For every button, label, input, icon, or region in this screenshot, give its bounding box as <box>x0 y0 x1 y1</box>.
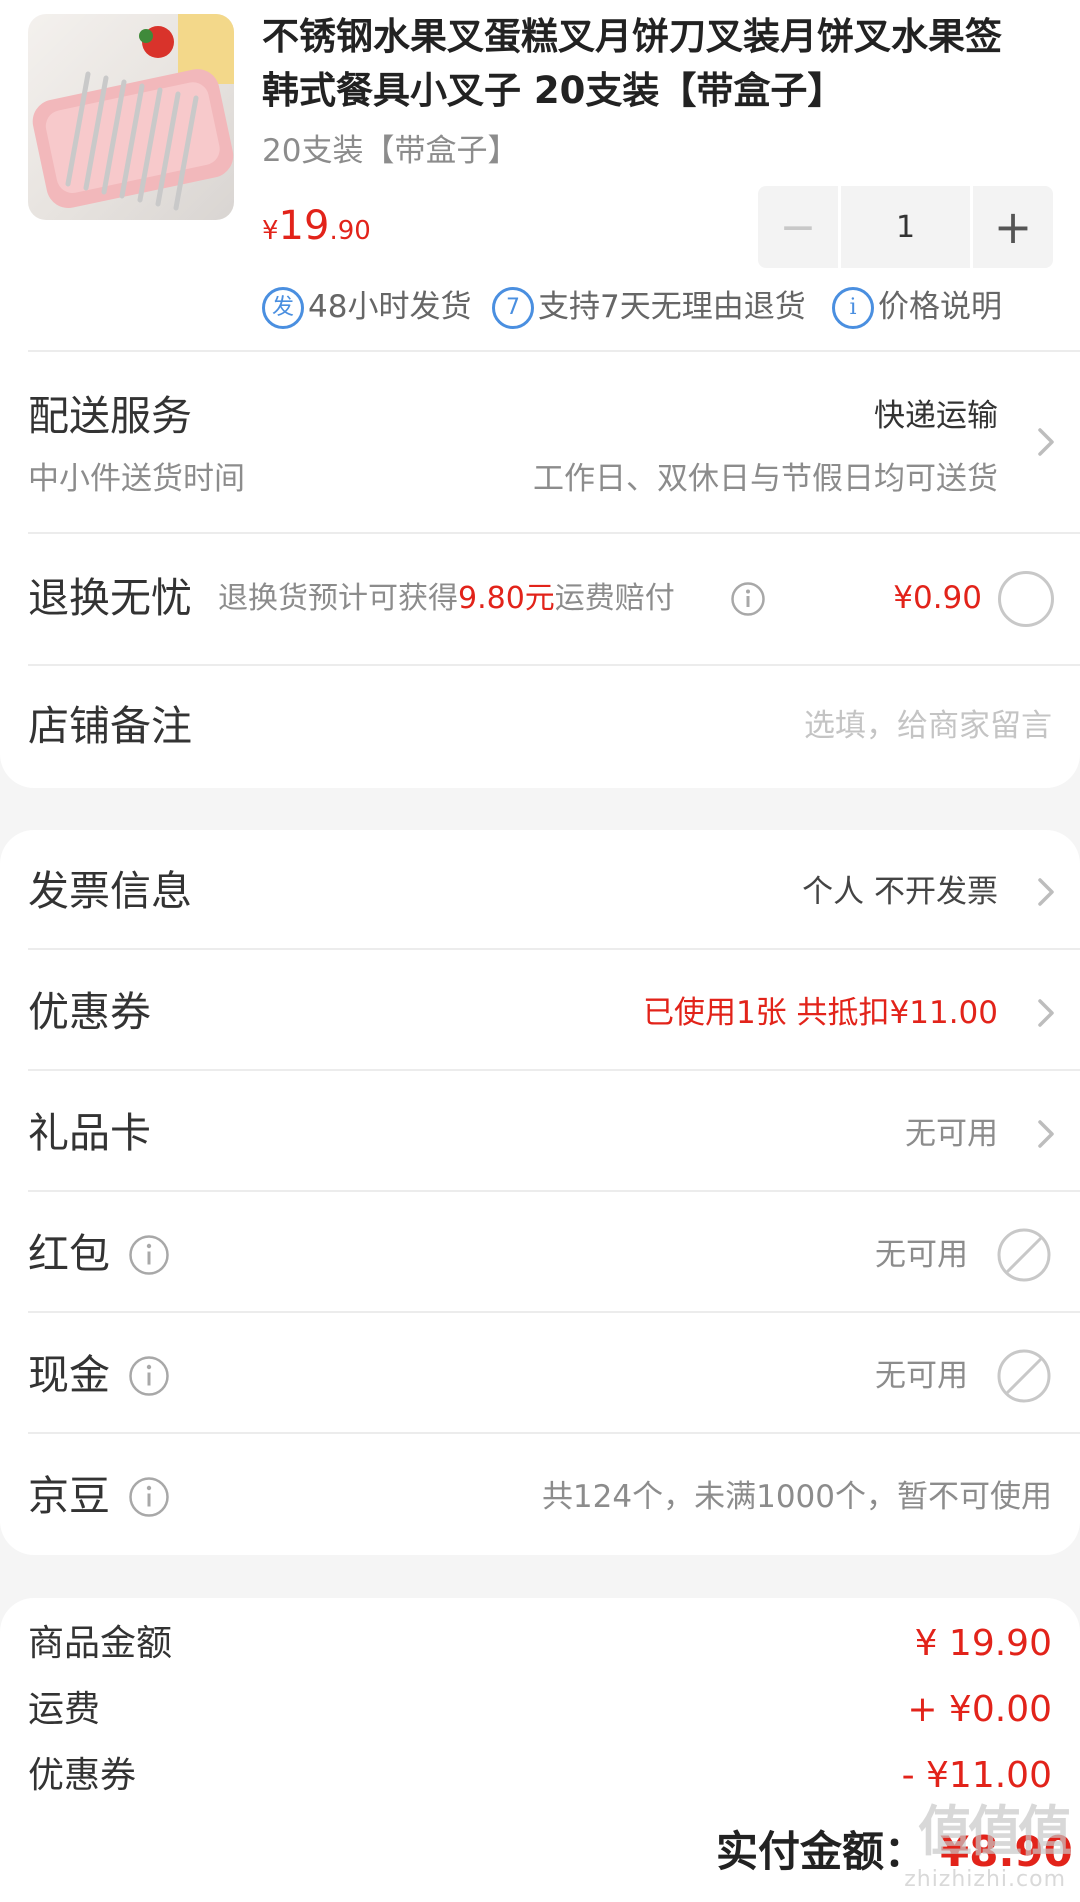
coupon-value: 已使用1张 共抵扣¥11.00 <box>642 995 998 1031</box>
cash-label: 现金 <box>28 1351 110 1399</box>
price-symbol: ¥ <box>262 216 279 246</box>
quantity-value[interactable]: 1 <box>841 186 970 268</box>
disabled-icon <box>996 1348 1052 1404</box>
cash-value: 无可用 <box>875 1358 968 1394</box>
coupon-discount-label: 优惠券 <box>28 1755 137 1796</box>
quantity-increase-button[interactable]: + <box>973 186 1053 268</box>
delivery-time-value: 工作日、双休日与节假日均可送货 <box>533 461 998 497</box>
divider <box>28 1069 1080 1071</box>
divider <box>28 948 1080 950</box>
shipping-fee-value: + ¥0.00 <box>907 1689 1052 1730</box>
delivery-sub-label: 中小件送货时间 <box>28 461 245 497</box>
gift-card-label: 礼品卡 <box>28 1109 151 1157</box>
product-title-line-2[interactable]: 韩式餐具小叉子 20支装【带盒子】 <box>262 64 844 118</box>
divider <box>28 532 1080 534</box>
return-insurance-label: 退换无忧 <box>28 574 192 622</box>
red-packet-label: 红包 <box>28 1230 110 1278</box>
return-insurance-desc: 退换货预计可获得9.80元运费赔付 <box>218 577 675 621</box>
chevron-right-icon <box>1032 993 1060 1033</box>
chevron-right-icon <box>1032 1114 1060 1154</box>
goods-amount-label: 商品金额 <box>28 1623 173 1664</box>
tag-48h-shipping: 48小时发货 <box>308 289 472 325</box>
watermark-text: zhizhizhi.com <box>904 1867 1066 1892</box>
store-note-label: 店铺备注 <box>28 702 192 750</box>
tag-7day-return: 支持7天无理由退货 <box>538 289 806 325</box>
goods-amount-value: ¥ 19.90 <box>914 1623 1052 1664</box>
price-integer: 19 <box>278 203 330 249</box>
product-spec: 20支装【带盒子】 <box>262 133 519 169</box>
product-thumbnail[interactable] <box>28 14 234 220</box>
delivery-label: 配送服务 <box>28 392 192 440</box>
jingdou-value: 共124个，未满1000个，暂不可使用 <box>541 1479 1052 1515</box>
divider <box>28 1311 1080 1313</box>
divider <box>28 1190 1080 1192</box>
ship-badge-icon: 发 <box>262 287 304 329</box>
shipping-fee-label: 运费 <box>28 1689 101 1730</box>
return-desc-prefix: 退换货预计可获得 <box>218 581 458 616</box>
gift-card-value: 无可用 <box>905 1116 998 1152</box>
return-insurance-price: ¥0.90 <box>893 580 982 616</box>
divider <box>28 350 1080 352</box>
quantity-stepper: − 1 + <box>758 186 1053 268</box>
coupon-label: 优惠券 <box>28 988 151 1036</box>
price-decimal: .90 <box>329 216 371 246</box>
info-icon[interactable] <box>730 581 766 617</box>
info-icon[interactable] <box>128 1355 170 1397</box>
quantity-decrease-button[interactable]: − <box>758 186 838 268</box>
product-title-line-1[interactable]: 不锈钢水果叉蛋糕叉月饼刀叉装月饼叉水果签 <box>262 10 1002 64</box>
store-note-input[interactable]: 选填，给商家留言 <box>804 704 1052 748</box>
return-insurance-radio[interactable] <box>998 571 1054 627</box>
order-card-payment-options: 发票信息 个人 不开发票 优惠券 已使用1张 共抵扣¥11.00 礼品卡 无可用… <box>0 830 1080 1555</box>
info-icon[interactable] <box>128 1476 170 1518</box>
info-badge-icon[interactable]: i <box>832 287 874 329</box>
return-desc-suffix: 运费赔付 <box>554 581 675 616</box>
seven-day-badge-icon: 7 <box>492 287 534 329</box>
order-card-main: 不锈钢水果叉蛋糕叉月饼刀叉装月饼叉水果签 韩式餐具小叉子 20支装【带盒子】 2… <box>0 0 1080 788</box>
order-summary: 商品金额 ¥ 19.90 运费 + ¥0.00 优惠券 - ¥11.00 实付金… <box>0 1598 1080 1902</box>
watermark-logo: 值值值 <box>918 1800 1072 1863</box>
product-price: ¥19.90 <box>262 198 371 262</box>
jingdou-label: 京豆 <box>28 1472 110 1520</box>
disabled-icon <box>996 1227 1052 1283</box>
divider <box>28 1432 1080 1434</box>
tag-price-explanation[interactable]: 价格说明 <box>878 285 1002 329</box>
delivery-method: 快递运输 <box>874 398 998 434</box>
chevron-right-icon <box>1032 872 1060 912</box>
total-label: 实付金额： <box>716 1827 927 1876</box>
invoice-label: 发票信息 <box>28 867 192 915</box>
fork-set-image <box>32 14 234 211</box>
red-packet-value: 无可用 <box>875 1237 968 1273</box>
invoice-value: 个人 不开发票 <box>802 874 998 910</box>
info-icon[interactable] <box>128 1234 170 1276</box>
chevron-right-icon <box>1032 422 1060 462</box>
return-desc-amount: 9.80元 <box>458 581 555 616</box>
divider <box>28 664 1080 666</box>
